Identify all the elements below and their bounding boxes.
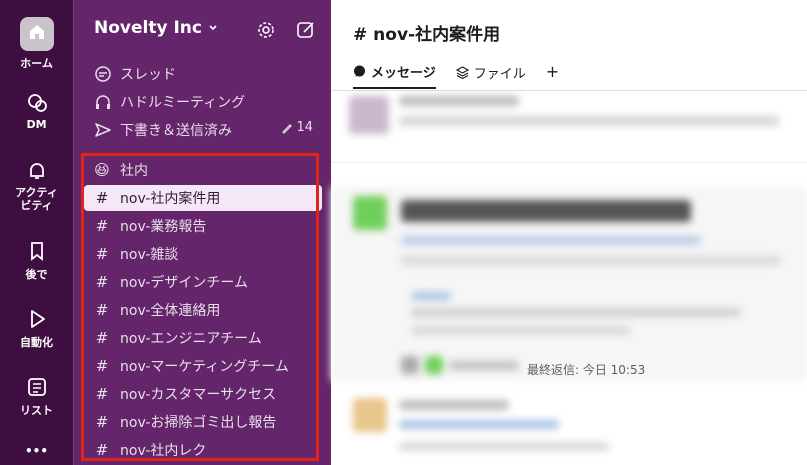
bookmark-icon <box>30 242 43 261</box>
blurred-text <box>401 256 781 265</box>
workspace-switcher[interactable]: Novelty Inc <box>94 18 218 38</box>
pencil-icon <box>282 123 293 134</box>
blurred-text <box>399 96 519 106</box>
drafts-count-value: 14 <box>296 120 313 135</box>
nav-drafts-label: 下書き＆送信済み <box>120 123 232 139</box>
rail-dm[interactable]: DM <box>0 92 73 131</box>
compose-icon <box>297 22 314 38</box>
divider <box>331 162 807 163</box>
rail-home[interactable]: ホーム <box>0 17 73 71</box>
blurred-text <box>399 400 509 410</box>
blurred-text <box>401 236 701 245</box>
add-tab-button[interactable]: + <box>546 59 559 89</box>
avatar <box>353 196 387 230</box>
tab-messages[interactable]: メッセージ <box>353 62 436 89</box>
avatar <box>353 398 387 432</box>
nav-drafts[interactable]: 下書き＆送信済み <box>94 118 232 142</box>
rail-later-label: 後で <box>25 268 48 281</box>
rail-lists-label: リスト <box>20 404 53 417</box>
play-icon <box>30 310 45 328</box>
nav-threads-label: スレッド <box>120 67 176 83</box>
rail-automation-label: 自動化 <box>20 336 53 349</box>
channel-view: # nov-社内案件用 メッセージ ファイル + 最終返信: 今日 10:53 <box>331 0 807 465</box>
channel-title[interactable]: # nov-社内案件用 <box>353 20 500 45</box>
nav-threads[interactable]: スレッド <box>94 62 176 86</box>
blurred-text <box>399 116 779 126</box>
layers-icon <box>455 66 469 79</box>
tab-files-label: ファイル <box>473 67 526 82</box>
list-icon <box>27 378 46 396</box>
channel-list-highlight <box>81 153 319 461</box>
send-icon <box>95 123 111 137</box>
tab-files[interactable]: ファイル <box>455 62 526 89</box>
channel-tabs: メッセージ ファイル + <box>353 62 559 89</box>
compose-button[interactable] <box>296 20 316 44</box>
headphones-icon <box>96 95 110 109</box>
nav-huddles[interactable]: ハドルミーティング <box>94 90 245 114</box>
rail-activity[interactable]: アクティ ビティ <box>0 160 73 212</box>
header-divider <box>331 90 807 91</box>
last-reply-time[interactable]: 最終返信: 今日 10:53 <box>527 361 645 378</box>
rail-later[interactable]: 後で <box>0 240 73 282</box>
avatar <box>401 356 419 374</box>
tab-messages-label: メッセージ <box>371 66 436 81</box>
avatar <box>425 356 443 374</box>
gear-icon <box>258 22 274 38</box>
drafts-count: 14 <box>281 120 313 135</box>
bell-icon <box>29 163 44 179</box>
blurred-text <box>399 420 559 429</box>
nav-huddles-label: ハドルミーティング <box>120 95 246 111</box>
app-rail: ホーム DM アクティ ビティ 後で 自動化 リスト ••• <box>0 0 73 465</box>
more-icon: ••• <box>24 444 48 458</box>
rail-activity-label: アクティ ビティ <box>15 186 58 212</box>
settings-button[interactable] <box>256 20 276 44</box>
blurred-text <box>411 308 741 317</box>
chevron-down-icon <box>209 25 217 31</box>
blurred-text <box>401 200 691 222</box>
plus-icon: + <box>545 61 560 81</box>
dm-icon <box>27 94 47 112</box>
blurred-text <box>411 326 631 335</box>
rail-automation[interactable]: 自動化 <box>0 308 73 350</box>
blurred-text <box>411 292 451 300</box>
rail-home-label: ホーム <box>20 57 53 70</box>
avatar <box>349 96 389 134</box>
rail-more[interactable]: ••• <box>0 444 73 458</box>
home-icon <box>19 17 54 51</box>
workspace-name: Novelty Inc <box>94 18 202 38</box>
blurred-text <box>399 442 609 451</box>
rail-dm-label: DM <box>26 118 47 131</box>
message-bubble-icon <box>354 65 365 77</box>
blurred-text <box>449 361 519 370</box>
rail-lists[interactable]: リスト <box>0 376 73 418</box>
threads-icon <box>95 66 111 82</box>
